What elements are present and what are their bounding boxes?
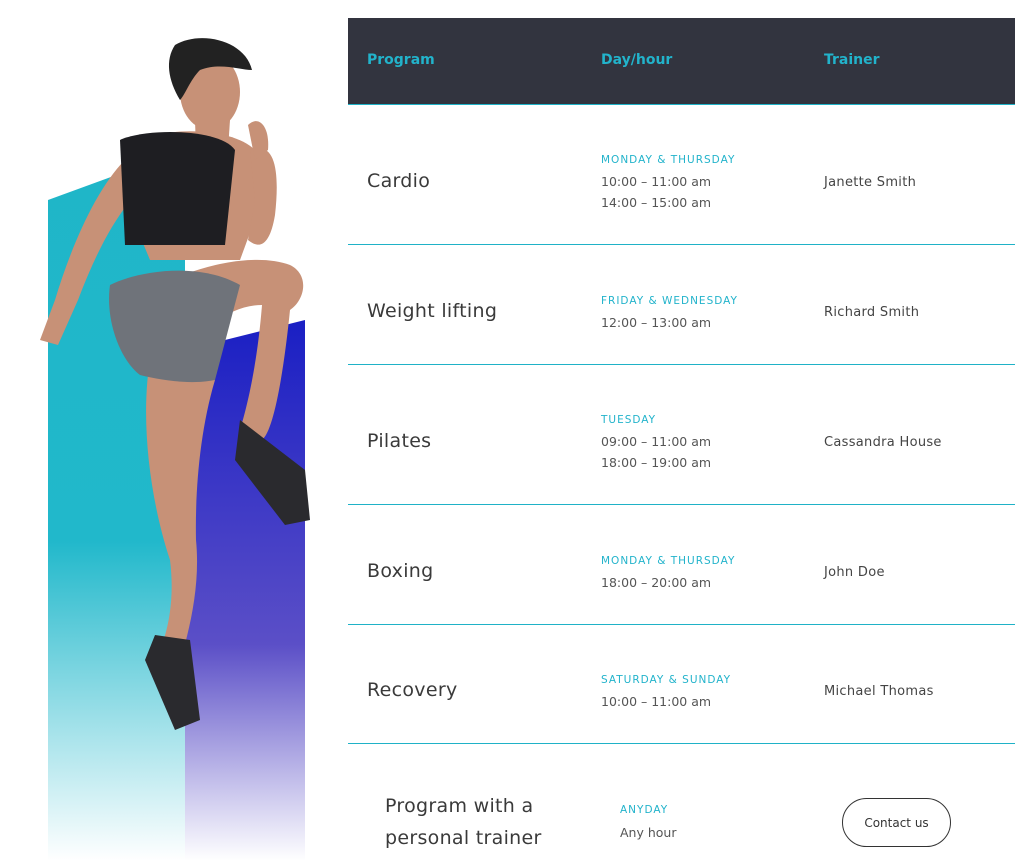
column-header-day-hour: Day/hour <box>601 52 673 68</box>
program-hours: 18:00 – 20:00 am <box>601 572 711 593</box>
schedule-table: Program Day/hour Trainer Cardio MONDAY &… <box>348 18 1015 854</box>
trainer-name: Cassandra House <box>824 435 942 450</box>
table-row: Cardio MONDAY & THURSDAY 10:00 – 11:00 a… <box>348 105 1015 245</box>
column-header-program: Program <box>367 52 435 68</box>
program-days: FRIDAY & WEDNESDAY <box>601 295 738 307</box>
table-row: Boxing MONDAY & THURSDAY 18:00 – 20:00 a… <box>348 505 1015 625</box>
program-name: Weight lifting <box>367 300 498 322</box>
trainer-name: Richard Smith <box>824 305 920 320</box>
contact-us-button[interactable]: Contact us <box>842 798 951 847</box>
program-name: Cardio <box>367 170 431 192</box>
program-hours: 12:00 – 13:00 am <box>601 312 711 333</box>
hour-slot: 10:00 – 11:00 am <box>601 694 712 709</box>
athlete-illustration <box>40 38 310 861</box>
program-hours: 09:00 – 11:00 am 18:00 – 19:00 am <box>601 431 711 473</box>
table-header: Program Day/hour Trainer <box>348 18 1015 105</box>
table-row: Weight lifting FRIDAY & WEDNESDAY 12:00 … <box>348 245 1015 365</box>
hour-slot: 18:00 – 20:00 am <box>601 575 712 590</box>
program-hours: Any hour <box>620 825 677 840</box>
program-days: TUESDAY <box>601 414 657 426</box>
program-days: MONDAY & THURSDAY <box>601 154 736 166</box>
hour-slot: 12:00 – 13:00 am <box>601 315 712 330</box>
program-name: Recovery <box>367 679 458 701</box>
trainer-name: John Doe <box>824 565 885 580</box>
program-name: Pilates <box>367 430 432 452</box>
program-days: SATURDAY & SUNDAY <box>601 674 732 686</box>
hour-slot: 18:00 – 19:00 am <box>601 455 712 470</box>
program-name-line: personal trainer <box>385 827 542 849</box>
program-hours: 10:00 – 11:00 am 14:00 – 15:00 am <box>601 171 711 213</box>
trainer-name: Janette Smith <box>824 175 917 190</box>
program-days: ANYDAY <box>620 804 669 816</box>
program-name-line: Program with a <box>385 795 534 817</box>
hour-slot: 14:00 – 15:00 am <box>601 195 712 210</box>
trainer-name: Michael Thomas <box>824 684 934 699</box>
hour-slot: 09:00 – 11:00 am <box>601 434 712 449</box>
hour-slot: 10:00 – 11:00 am <box>601 174 712 189</box>
hero-image <box>0 0 340 861</box>
table-row: Pilates TUESDAY 09:00 – 11:00 am 18:00 –… <box>348 365 1015 505</box>
personal-trainer-row: Program with a personal trainer ANYDAY A… <box>348 744 1015 854</box>
column-header-trainer: Trainer <box>824 52 880 68</box>
program-hours: 10:00 – 11:00 am <box>601 691 711 712</box>
program-name: Program with a personal trainer <box>385 790 542 854</box>
program-days: MONDAY & THURSDAY <box>601 555 736 567</box>
table-row: Recovery SATURDAY & SUNDAY 10:00 – 11:00… <box>348 625 1015 744</box>
program-name: Boxing <box>367 560 434 582</box>
